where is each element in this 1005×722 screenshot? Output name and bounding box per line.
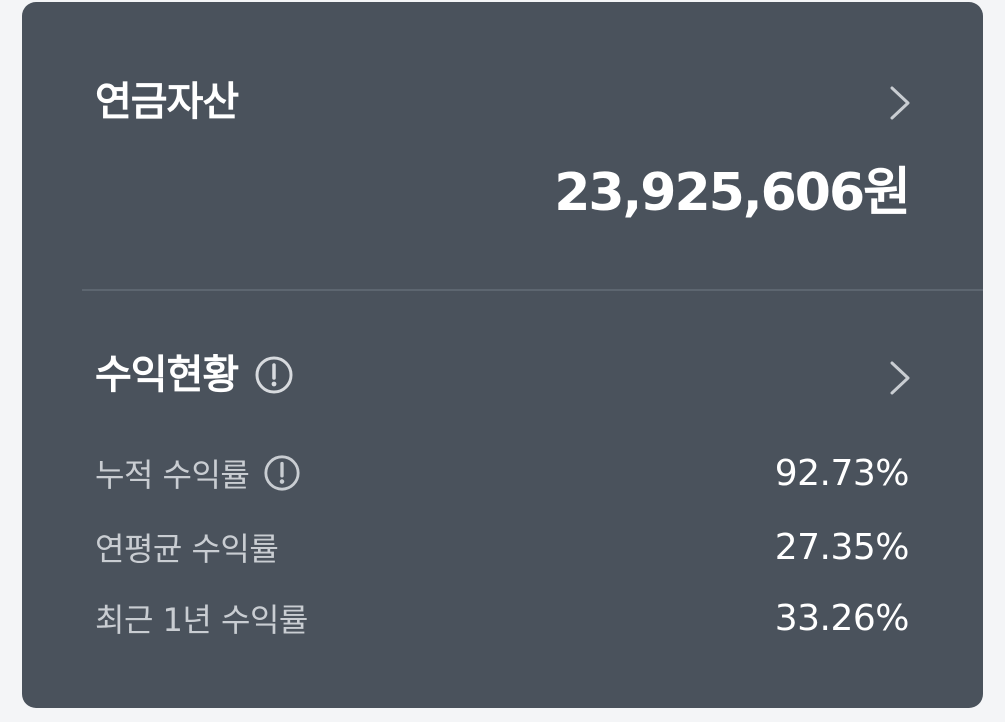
cumulative-return-label: 누적 수익률 [95, 456, 250, 494]
info-circle-icon[interactable] [263, 454, 301, 492]
recent-one-year-return-value: 33.26% [774, 597, 910, 639]
annual-average-return-row: 연평균 수익률 27.35% [95, 525, 910, 569]
recent-one-year-return-row: 최근 1년 수익률 33.26% [95, 596, 910, 640]
cumulative-return-label-group: 누적 수익률 [95, 450, 301, 496]
info-circle-icon[interactable] [254, 355, 294, 395]
chevron-right-icon[interactable] [889, 86, 911, 120]
annual-average-return-label: 연평균 수익률 [95, 530, 279, 568]
pension-assets-amount: 23,925,606원 [554, 163, 911, 223]
pension-assets-title: 연금자산 [95, 79, 239, 125]
section-divider [82, 289, 983, 291]
cumulative-return-row: 누적 수익률 92.73% [95, 450, 910, 496]
returns-status-header: 수익현황 [95, 355, 294, 395]
chevron-right-icon[interactable] [889, 361, 911, 395]
pension-summary-card: 연금자산 23,925,606원 수익현황 누적 수익률 92.73% 연평균 … [22, 2, 983, 708]
cumulative-return-value: 92.73% [774, 452, 910, 494]
annual-average-return-value: 27.35% [774, 526, 910, 568]
recent-one-year-return-label: 최근 1년 수익률 [95, 601, 308, 639]
returns-status-title: 수익현황 [95, 352, 239, 398]
